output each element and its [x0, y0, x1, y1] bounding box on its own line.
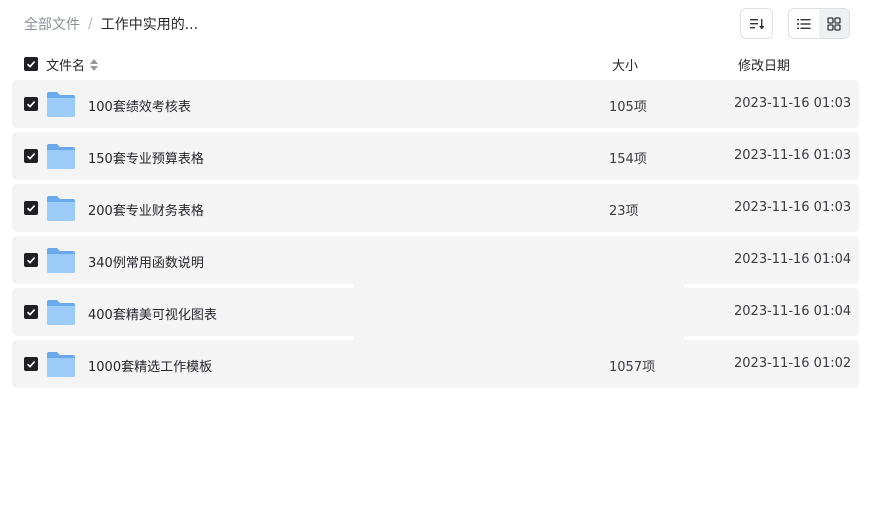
- table-row[interactable]: 200套专业财务表格 23项 2023-11-16 01:03: [12, 184, 859, 232]
- file-name[interactable]: 340例常用函数说明: [88, 252, 204, 271]
- sort-icon: [749, 18, 764, 29]
- row-checkbox[interactable]: [24, 253, 38, 267]
- grid-view-icon: [827, 16, 841, 31]
- file-date: 2023-11-16 01:02: [734, 356, 852, 371]
- row-checkbox[interactable]: [24, 201, 38, 215]
- column-header-date: 修改日期: [738, 59, 791, 74]
- file-size: 1057项: [609, 360, 656, 375]
- column-header-size: 大小: [612, 59, 639, 74]
- file-date: 2023-11-16 01:03: [734, 200, 852, 215]
- file-size: 105项: [609, 100, 647, 115]
- folder-icon: [47, 144, 75, 169]
- loading-overlay: [354, 244, 684, 342]
- file-name[interactable]: 400套精美可视化图表: [88, 304, 217, 323]
- sort-caret-icon[interactable]: [90, 58, 99, 71]
- breadcrumb-root[interactable]: 全部文件: [24, 14, 80, 34]
- check-icon: [26, 153, 36, 160]
- folder-icon: [47, 352, 75, 377]
- grid-view-button[interactable]: [819, 9, 849, 38]
- list-view-icon: [797, 18, 811, 29]
- breadcrumb-separator: /: [88, 16, 93, 32]
- view-toggle: [788, 8, 850, 39]
- column-header-name[interactable]: 文件名: [46, 55, 99, 74]
- file-date: 2023-11-16 01:04: [734, 304, 852, 319]
- file-size: 23项: [609, 204, 639, 219]
- file-name[interactable]: 100套绩效考核表: [88, 96, 191, 115]
- file-list: 100套绩效考核表 105项 2023-11-16 01:03 150套专业预算…: [12, 80, 859, 392]
- check-icon: [26, 101, 36, 108]
- folder-icon: [47, 92, 75, 117]
- breadcrumb: 全部文件 / 工作中实用的...: [24, 14, 198, 34]
- sort-button[interactable]: [740, 8, 773, 39]
- table-row[interactable]: 150套专业预算表格 154项 2023-11-16 01:03: [12, 132, 859, 180]
- file-date: 2023-11-16 01:03: [734, 96, 852, 111]
- check-icon: [26, 361, 36, 368]
- breadcrumb-current: 工作中实用的...: [100, 17, 199, 33]
- file-name[interactable]: 200套专业财务表格: [88, 200, 204, 219]
- file-name[interactable]: 1000套精选工作模板: [88, 356, 212, 375]
- column-name-label: 文件名: [46, 59, 86, 74]
- table-row[interactable]: 1000套精选工作模板 1057项 2023-11-16 01:02: [12, 340, 859, 388]
- folder-icon: [47, 300, 75, 325]
- row-checkbox[interactable]: [24, 305, 38, 319]
- top-bar: 全部文件 / 工作中实用的...: [0, 0, 874, 50]
- table-row[interactable]: 100套绩效考核表 105项 2023-11-16 01:03: [12, 80, 859, 128]
- file-date: 2023-11-16 01:04: [734, 252, 852, 267]
- row-checkbox[interactable]: [24, 149, 38, 163]
- file-date: 2023-11-16 01:03: [734, 148, 852, 163]
- row-checkbox[interactable]: [24, 97, 38, 111]
- select-all-checkbox[interactable]: [24, 57, 38, 71]
- folder-icon: [47, 196, 75, 221]
- check-icon: [26, 257, 36, 264]
- table-header: 文件名 大小 修改日期: [12, 52, 859, 76]
- check-icon: [26, 205, 36, 212]
- check-icon: [26, 61, 36, 68]
- file-name[interactable]: 150套专业预算表格: [88, 148, 204, 167]
- folder-icon: [47, 248, 75, 273]
- file-size: 154项: [609, 152, 647, 167]
- check-icon: [26, 309, 36, 316]
- row-checkbox[interactable]: [24, 357, 38, 371]
- list-view-button[interactable]: [789, 9, 819, 38]
